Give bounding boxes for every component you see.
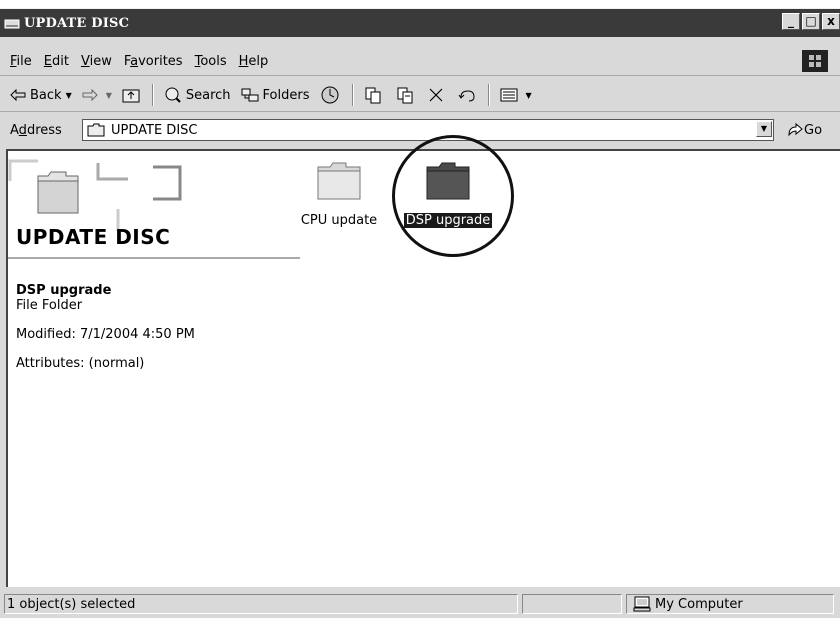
- folders-button[interactable]: Folders: [241, 87, 310, 103]
- search-label: Search: [185, 87, 231, 103]
- copy-to-button[interactable]: [396, 86, 418, 104]
- menu-edit-label: dit: [52, 53, 69, 69]
- views-icon: [500, 88, 517, 102]
- menu-help[interactable]: Help: [239, 54, 269, 69]
- maximize-button[interactable]: □: [802, 13, 820, 30]
- divider: [8, 257, 300, 259]
- toolbar-separator: [151, 84, 154, 106]
- address-bar: Address UPDATE DISC ▼ Go: [0, 116, 840, 144]
- menu-favorites-label: vorites: [138, 53, 183, 69]
- address-label-pre: A: [10, 122, 19, 138]
- menu-file[interactable]: File: [10, 54, 32, 69]
- selected-item-name: DSP upgrade: [16, 283, 112, 298]
- back-button[interactable]: Back ▼: [10, 88, 72, 103]
- address-value: UPDATE DISC: [111, 122, 198, 138]
- search-icon: [165, 87, 181, 103]
- selected-item-type: File Folder: [16, 298, 83, 313]
- drive-icon: [4, 19, 20, 29]
- menu-tools-label: ools: [200, 53, 227, 69]
- toolbar-separator: [351, 84, 354, 106]
- menu-view-label: iew: [89, 53, 112, 69]
- views-dropdown-icon[interactable]: ▼: [526, 91, 532, 100]
- address-input[interactable]: UPDATE DISC ▼: [82, 119, 774, 141]
- my-computer-icon: [633, 596, 651, 612]
- copy-to-icon: [397, 87, 412, 104]
- go-label: Go: [804, 122, 823, 138]
- address-label-accel: d: [18, 122, 27, 138]
- folder-view[interactable]: UPDATE DISC DSP upgrade File Folder Modi…: [6, 135, 840, 587]
- menu-favorites-accel: a: [130, 53, 139, 69]
- folder-icon: [317, 162, 361, 200]
- standard-toolbar: Back ▼ ▼ Search Folders ▼: [0, 79, 840, 112]
- address-label-rest: dress: [26, 122, 62, 138]
- views-button[interactable]: ▼: [500, 88, 532, 102]
- move-to-button[interactable]: [364, 86, 386, 104]
- menu-favorites[interactable]: Favorites: [124, 54, 183, 69]
- window-controls: _ □ x: [782, 13, 840, 30]
- menu-view-accel: V: [80, 53, 90, 69]
- menu-help-label: elp: [248, 53, 269, 69]
- up-folder-icon: [122, 89, 140, 103]
- search-button[interactable]: Search: [164, 86, 231, 104]
- menu-help-accel: H: [238, 53, 249, 69]
- status-panel-empty: [522, 594, 622, 614]
- history-icon: [321, 86, 338, 104]
- toolbar-separator: [487, 84, 490, 106]
- web-view-pane: UPDATE DISC DSP upgrade File Folder Modi…: [8, 151, 303, 587]
- title-bar[interactable]: UPDATE DISC _ □ x: [0, 9, 840, 37]
- undo-icon: [458, 90, 475, 102]
- up-folder-button[interactable]: [122, 87, 144, 103]
- file-item-cpu-update[interactable]: CPU update: [284, 161, 394, 228]
- folder-title: UPDATE DISC: [16, 225, 171, 249]
- folders-label: Folders: [262, 87, 310, 103]
- back-dropdown-icon[interactable]: ▼: [66, 91, 72, 100]
- status-zone: My Computer: [626, 594, 834, 614]
- menu-bar: File Edit View Favorites Tools Help: [0, 47, 840, 76]
- forward-arrow-icon: [82, 89, 98, 101]
- menu-file-label: ile: [16, 53, 32, 69]
- menu-edit[interactable]: Edit: [44, 54, 69, 69]
- go-button[interactable]: Go: [786, 122, 822, 138]
- delete-icon: [429, 88, 442, 102]
- folder-icon: [87, 123, 105, 137]
- undo-button[interactable]: [458, 88, 480, 102]
- delete-button[interactable]: [428, 87, 448, 103]
- move-to-icon: [365, 87, 380, 104]
- back-arrow-icon: [10, 89, 26, 101]
- forward-dropdown-icon[interactable]: ▼: [106, 91, 112, 100]
- file-item-label: CPU update: [300, 213, 378, 228]
- selection-details: DSP upgrade File Folder Modified: 7/1/20…: [16, 283, 195, 371]
- zone-label: My Computer: [655, 596, 743, 612]
- minimize-button[interactable]: _: [782, 13, 800, 30]
- address-dropdown-icon[interactable]: ▼: [756, 121, 772, 137]
- folders-icon: [241, 88, 259, 102]
- status-bar: 1 object(s) selected My Computer: [0, 591, 840, 618]
- window-title: UPDATE DISC: [24, 15, 130, 31]
- close-button[interactable]: x: [822, 13, 840, 30]
- status-selection: 1 object(s) selected: [4, 594, 518, 614]
- explorer-window: UPDATE DISC _ □ x File Edit View Favorit…: [0, 8, 840, 618]
- forward-button[interactable]: ▼: [82, 89, 112, 101]
- go-arrow-icon: [788, 122, 803, 137]
- attributes: Attributes: (normal): [16, 356, 145, 371]
- status-text: 1 object(s) selected: [7, 596, 136, 612]
- back-label: Back: [30, 87, 62, 103]
- windows-logo-icon: [802, 50, 828, 72]
- menu-tools[interactable]: Tools: [195, 54, 227, 69]
- menu-view[interactable]: View: [81, 54, 112, 69]
- history-button[interactable]: [320, 85, 344, 105]
- address-label: Address: [10, 123, 62, 138]
- modified-date: Modified: 7/1/2004 4:50 PM: [16, 327, 195, 342]
- menu-edit-accel: E: [43, 53, 52, 69]
- highlight-circle: [392, 135, 514, 257]
